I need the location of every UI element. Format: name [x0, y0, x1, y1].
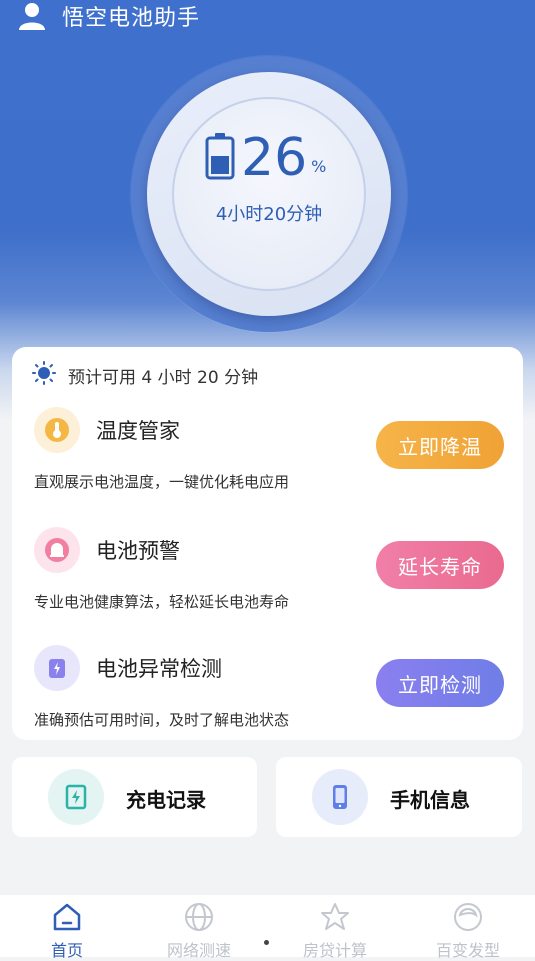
estimate-row: 预计可用 4 小时 20 分钟	[32, 361, 258, 389]
feature-description: 直观展示电池温度，一键优化耗电应用	[34, 473, 290, 491]
feature-temperature: 温度管家 直观展示电池温度，一键优化耗电应用 立即降温	[12, 407, 523, 507]
tile-label: 手机信息	[390, 788, 470, 812]
tab-label: 百变发型	[435, 941, 500, 960]
tile-phone-info[interactable]: 手机信息	[276, 757, 522, 837]
tab-home[interactable]: 首页	[0, 895, 134, 960]
battery-level-icon	[205, 132, 235, 184]
tile-label: 充电记录	[126, 788, 206, 812]
feature-title: 电池异常检测	[96, 657, 222, 681]
feature-anomaly-detection: 电池异常检测 准确预估可用时间，及时了解电池状态 立即检测	[12, 645, 523, 745]
feature-description: 专业电池健康算法，轻松延长电池寿命	[34, 593, 290, 611]
feature-title: 电池预警	[96, 539, 180, 563]
battery-readout: 26 %	[205, 132, 326, 184]
battery-check-icon	[34, 645, 80, 691]
battery-gauge[interactable]	[172, 97, 366, 291]
feature-title: 温度管家	[96, 419, 180, 443]
battery-percent-unit: %	[311, 157, 327, 176]
tab-mortgage-calc[interactable]: 房贷计算	[268, 895, 402, 960]
battery-remaining-time: 4小时20分钟	[215, 204, 323, 225]
bottom-tab-bar: 首页 网络测速 房贷计算 百变发型	[0, 895, 535, 960]
tile-charge-record[interactable]: 充电记录	[12, 757, 257, 837]
tab-hairstyle[interactable]: 百变发型	[401, 895, 535, 960]
globe-icon	[183, 901, 215, 933]
thermometer-icon	[34, 407, 80, 453]
tab-network-speed[interactable]: 网络测速	[132, 895, 266, 960]
app-title: 悟空电池助手	[62, 6, 201, 31]
user-avatar-icon[interactable]	[16, 0, 48, 32]
extend-life-button[interactable]: 延长寿命	[376, 541, 504, 589]
hairstyle-icon	[452, 901, 484, 933]
phone-info-icon	[312, 769, 368, 825]
features-card: 预计可用 4 小时 20 分钟 温度管家 直观展示电池温度，一键优化耗电应用 立…	[12, 347, 523, 740]
feature-description: 准确预估可用时间，及时了解电池状态	[34, 711, 290, 729]
top-bar: 悟空电池助手	[16, 0, 200, 32]
star-house-icon	[319, 901, 351, 933]
battery-percent: 26	[241, 128, 308, 188]
charge-record-icon	[48, 769, 104, 825]
feature-battery-warning: 电池预警 专业电池健康算法，轻松延长电池寿命 延长寿命	[12, 527, 523, 627]
tab-label: 房贷计算	[302, 941, 367, 960]
home-icon	[51, 901, 83, 933]
cool-down-button[interactable]: 立即降温	[376, 421, 504, 469]
sun-icon	[32, 361, 56, 389]
detect-now-button[interactable]: 立即检测	[376, 659, 504, 707]
tab-label: 首页	[50, 941, 83, 960]
alarm-icon	[34, 527, 80, 573]
page-indicator-dot	[264, 940, 269, 945]
tab-label: 网络测速	[166, 941, 231, 960]
estimate-text: 预计可用 4 小时 20 分钟	[68, 367, 259, 388]
